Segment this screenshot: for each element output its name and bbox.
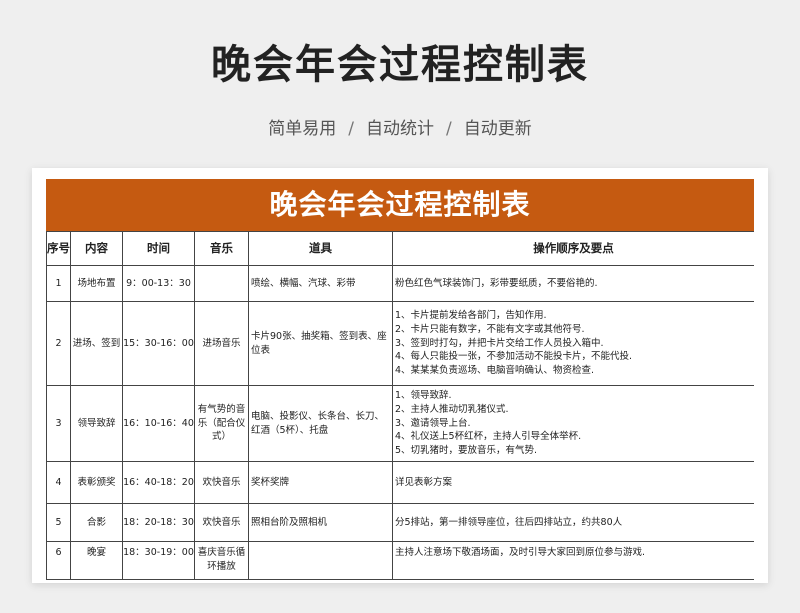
cell-steps[interactable]: 详见表彰方案	[392, 461, 754, 504]
cell-no[interactable]: 1	[46, 265, 71, 302]
cell-time[interactable]: 18：30-19：00	[122, 541, 195, 580]
table-row: 3 领导致辞 16：10-16：40 有气势的音乐（配合仪式） 电脑、投影仪、长…	[46, 385, 754, 462]
subtitle: 简单易用 / 自动统计 / 自动更新	[0, 114, 800, 139]
cell-time[interactable]: 9：00-13：30	[122, 265, 195, 302]
header-music: 音乐	[194, 231, 249, 266]
subtitle-item: 自动统计	[366, 119, 434, 139]
cell-no[interactable]: 4	[46, 461, 71, 504]
cell-no[interactable]: 2	[46, 301, 71, 386]
cell-steps[interactable]: 1、领导致辞. 2、主持人推动切乳猪仪式. 3、邀请领导上台. 4、礼仪送上5杯…	[392, 385, 754, 462]
step-line: 5、切乳猪时，要放音乐，有气势.	[395, 445, 538, 457]
header-props: 道具	[248, 231, 393, 266]
cell-no[interactable]: 3	[46, 385, 71, 462]
cell-props[interactable]: 卡片90张、抽奖箱、签到表、座位表	[248, 301, 393, 386]
cell-time[interactable]: 16：10-16：40	[122, 385, 195, 462]
cell-props[interactable]: 电脑、投影仪、长条台、长刀、红酒（5杯）、托盘	[248, 385, 393, 462]
step-line: 详见表彰方案	[395, 476, 453, 488]
header-content: 内容	[70, 231, 123, 266]
step-line: 3、签到时打勾，并把卡片交给工作人员投入箱中.	[395, 337, 604, 349]
page-title: 晚会年会过程控制表	[211, 42, 589, 88]
step-line: 4、某某某负责巡场、电脑音响确认、物资检查.	[395, 365, 595, 377]
cell-content[interactable]: 表彰颁奖	[70, 461, 123, 504]
step-line: 4、每人只能投一张，不参加活动不能投卡片，不能代投.	[395, 351, 633, 363]
cell-props[interactable]	[248, 541, 393, 580]
table-row: 4 表彰颁奖 16：40-18：20 欢快音乐 奖杯奖牌 详见表彰方案	[46, 461, 754, 504]
step-line: 3、邀请领导上台.	[395, 417, 471, 429]
cell-steps[interactable]: 1、卡片提前发给各部门，告知作用. 2、卡片只能有数字，不能有文字或其他符号. …	[392, 301, 754, 386]
header-steps: 操作顺序及要点	[392, 231, 754, 266]
cell-props[interactable]: 照相台阶及照相机	[248, 503, 393, 542]
table-row: 2 进场、签到 15：30-16：00 进场音乐 卡片90张、抽奖箱、签到表、座…	[46, 301, 754, 386]
step-line: 主持人注意场下敬酒场面，及时引导大家回到原位参与游戏.	[395, 547, 646, 558]
control-table: 序号 内容 时间 音乐 道具 操作顺序及要点 1 场地布置 9：00-13：30…	[46, 231, 754, 580]
cell-music[interactable]: 有气势的音乐（配合仪式）	[194, 385, 249, 462]
step-line: 2、卡片只能有数字，不能有文字或其他符号.	[395, 323, 585, 335]
step-line: 4、礼仪送上5杯红杯，主持人引导全体举杯.	[395, 431, 582, 443]
header-time: 时间	[122, 231, 195, 266]
step-line: 1、领导致辞.	[395, 390, 452, 402]
cell-content[interactable]: 晚宴	[70, 541, 123, 580]
cell-steps[interactable]: 主持人注意场下敬酒场面，及时引导大家回到原位参与游戏.	[392, 541, 754, 580]
cell-music[interactable]: 欢快音乐	[194, 503, 249, 542]
cell-time[interactable]: 16：40-18：20	[122, 461, 195, 504]
table-row: 5 合影 18：20-18：30 欢快音乐 照相台阶及照相机 分5排站，第一排领…	[46, 503, 754, 542]
cell-no[interactable]: 5	[46, 503, 71, 542]
sheet-banner: 晚会年会过程控制表	[46, 179, 754, 231]
cell-music[interactable]: 进场音乐	[194, 301, 249, 386]
cell-steps[interactable]: 分5排站，第一排领导座位，往后四排站立，约共80人	[392, 503, 754, 542]
step-line: 2、主持人推动切乳猪仪式.	[395, 403, 509, 415]
step-line: 分5排站，第一排领导座位，往后四排站立，约共80人	[395, 516, 623, 528]
cell-props[interactable]: 喷绘、横幅、汽球、彩带	[248, 265, 393, 302]
subtitle-item: 自动更新	[463, 119, 532, 139]
subtitle-item: 简单易用	[268, 119, 337, 139]
cell-content[interactable]: 合影	[70, 503, 123, 542]
header-row: 序号 内容 时间 音乐 道具 操作顺序及要点	[46, 231, 754, 266]
separator: /	[348, 119, 354, 139]
cell-time[interactable]: 18：20-18：30	[122, 503, 195, 542]
cell-music[interactable]	[194, 265, 249, 302]
cell-content[interactable]: 场地布置	[70, 265, 123, 302]
spreadsheet: 晚会年会过程控制表 序号 内容 时间 音乐 道具 操作顺序及要点 1 场地布置 …	[46, 179, 754, 583]
table-row: 1 场地布置 9：00-13：30 喷绘、横幅、汽球、彩带 粉色红色气球装饰门，…	[46, 265, 754, 302]
cell-props[interactable]: 奖杯奖牌	[248, 461, 393, 504]
cell-no[interactable]: 6	[46, 541, 71, 580]
step-line: 粉色红色气球装饰门，彩带要纸质，不要俗艳的.	[395, 277, 598, 289]
cell-music[interactable]: 欢快音乐	[194, 461, 249, 504]
cell-music[interactable]: 喜庆音乐循环播放	[194, 541, 249, 580]
table-row: 6 晚宴 18：30-19：00 喜庆音乐循环播放 主持人注意场下敬酒场面，及时…	[46, 541, 754, 580]
cell-time[interactable]: 15：30-16：00	[122, 301, 195, 386]
cell-content[interactable]: 领导致辞	[70, 385, 123, 462]
header-no: 序号	[46, 231, 71, 266]
spreadsheet-card: 晚会年会过程控制表 序号 内容 时间 音乐 道具 操作顺序及要点 1 场地布置 …	[32, 168, 768, 583]
cell-steps[interactable]: 粉色红色气球装饰门，彩带要纸质，不要俗艳的.	[392, 265, 754, 302]
separator: /	[446, 119, 452, 139]
cell-content[interactable]: 进场、签到	[70, 301, 123, 386]
step-line: 1、卡片提前发给各部门，告知作用.	[395, 310, 547, 322]
